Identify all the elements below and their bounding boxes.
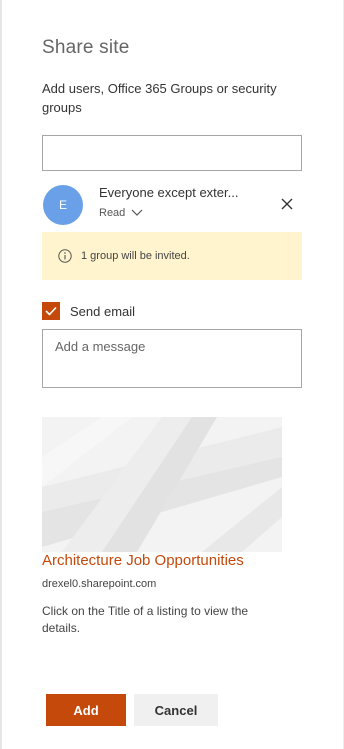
checkmark-icon [45, 306, 57, 316]
panel-left-border [0, 0, 2, 749]
panel-title: Share site [42, 37, 130, 58]
permission-label: Read [99, 207, 126, 219]
chevron-down-icon [131, 209, 143, 216]
send-email-checkbox[interactable]: Send email [42, 302, 135, 320]
cancel-button[interactable]: Cancel [134, 694, 218, 726]
people-picker-input[interactable] [42, 135, 302, 171]
info-icon [58, 249, 72, 263]
site-description: Click on the Title of a listing to view … [42, 604, 249, 635]
checkbox-checked[interactable] [42, 302, 60, 320]
site-thumbnail [42, 417, 282, 552]
selected-persona: E Everyone except exter... Read [42, 183, 302, 225]
persona-name: Everyone except exter... [99, 185, 239, 200]
panel-subtitle: Add users, Office 365 Groups or security… [42, 81, 277, 115]
message-placeholder: Add a message [55, 339, 146, 354]
permission-dropdown[interactable]: Read [99, 207, 143, 219]
site-url: drexel0.sharepoint.com [42, 578, 157, 590]
send-email-label: Send email [70, 303, 136, 319]
notice-text: 1 group will be invited. [81, 250, 190, 262]
add-button[interactable]: Add [46, 694, 126, 726]
thumbnail-graphic [42, 417, 282, 552]
avatar: E [43, 185, 83, 225]
close-icon [281, 198, 293, 210]
remove-persona-button[interactable] [278, 195, 296, 213]
invite-notice: 1 group will be invited. [42, 232, 302, 280]
site-title-link[interactable]: Architecture Job Opportunities [42, 552, 244, 569]
message-field[interactable]: Add a message [42, 329, 302, 388]
